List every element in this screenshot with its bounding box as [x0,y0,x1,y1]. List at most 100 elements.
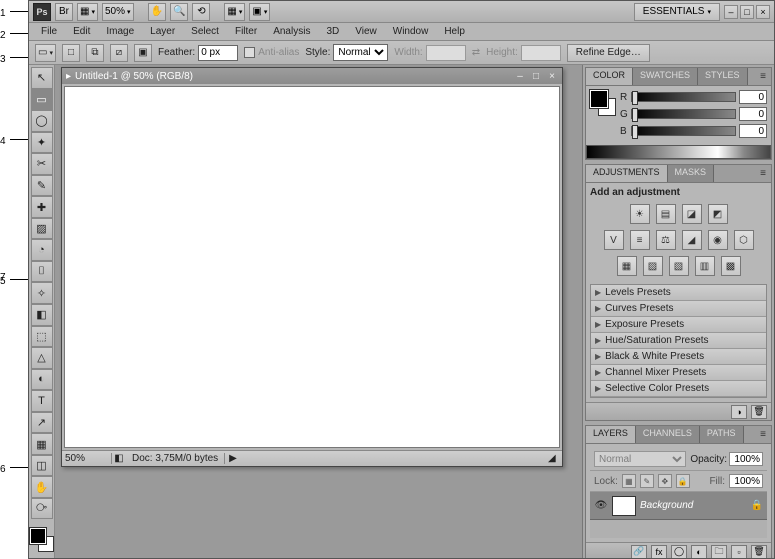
menu-analysis[interactable]: Analysis [265,24,318,39]
adj-threshold-icon[interactable]: ▧ [669,256,689,276]
delete-layer-icon[interactable]: 🗑 [751,545,767,559]
preset-hue[interactable]: ▶Hue/Saturation Presets [591,333,766,349]
menu-file[interactable]: File [33,24,65,39]
close-button[interactable]: × [756,5,770,19]
adj-brightness-icon[interactable]: ☀ [630,204,650,224]
tab-adjustments[interactable]: ADJUSTMENTS [586,165,668,182]
tool-history-brush[interactable]: ⌷ [31,261,53,283]
tool-path-selection[interactable]: ↗ [31,412,53,434]
b-input[interactable] [739,124,767,138]
layer-name[interactable]: Background [640,500,747,511]
adjustments-panel-menu-icon[interactable]: ≡ [755,165,771,182]
layers-panel-menu-icon[interactable]: ≡ [755,426,771,443]
maximize-button[interactable]: □ [740,5,754,19]
layer-thumbnail[interactable] [612,496,636,516]
color-panel-menu-icon[interactable]: ≡ [755,68,771,85]
menu-image[interactable]: Image [98,24,142,39]
new-layer-icon[interactable]: ▫ [731,545,747,559]
fill-input[interactable] [729,474,763,488]
tool-crop[interactable]: ✂ [31,153,53,175]
rotate-view-button[interactable]: ⟲ [192,3,210,21]
status-menu-arrow[interactable]: ▶ [225,453,241,464]
foreground-background-swatch[interactable] [30,528,54,551]
layer-row-background[interactable]: 👁 Background 🔒 [590,492,767,520]
zoom-tool-button[interactable]: 🔍 [170,3,188,21]
tool-healing[interactable]: ✚ [31,196,53,218]
adj-channel-mixer-icon[interactable]: ⬡ [734,230,754,250]
adj-hue-icon[interactable]: ≡ [630,230,650,250]
g-slider[interactable] [631,109,736,119]
preset-channel-mixer[interactable]: ▶Channel Mixer Presets [591,365,766,381]
selection-add-icon[interactable]: ⧉ [86,44,104,62]
tool-dodge[interactable]: △ [31,347,53,369]
b-slider[interactable] [631,126,736,136]
style-select[interactable]: Normal [333,44,388,61]
menu-3d[interactable]: 3D [318,24,347,39]
preset-exposure[interactable]: ▶Exposure Presets [591,317,766,333]
resize-grip-icon[interactable]: ◢ [548,453,562,464]
tool-type[interactable]: T [31,390,53,412]
adj-invert-icon[interactable]: ▦ [617,256,637,276]
preset-bw[interactable]: ▶Black & White Presets [591,349,766,365]
preset-levels[interactable]: ▶Levels Presets [591,285,766,301]
menu-filter[interactable]: Filter [227,24,265,39]
menu-view[interactable]: View [347,24,385,39]
lock-position-icon[interactable]: ✥ [658,474,672,488]
selection-new-icon[interactable]: □ [62,44,80,62]
tool-gradient[interactable]: ◧ [31,304,53,326]
tab-styles[interactable]: STYLES [698,68,748,85]
tool-brush[interactable]: ▨ [31,218,53,240]
tool-hand[interactable]: ✋ [31,476,53,498]
tool-shape[interactable]: ▦ [31,433,53,455]
menu-select[interactable]: Select [183,24,227,39]
doc-restore-button[interactable]: □ [530,70,542,82]
tool-lasso[interactable]: ◯ [31,110,53,132]
adj-bw-icon[interactable]: ◢ [682,230,702,250]
color-ramp[interactable] [586,145,771,159]
tab-color[interactable]: COLOR [586,68,633,85]
preset-curves[interactable]: ▶Curves Presets [591,301,766,317]
tab-swatches[interactable]: SWATCHES [633,68,698,85]
document-titlebar[interactable]: ▸ Untitled-1 @ 50% (RGB/8) – □ × [62,68,562,84]
zoom-level-dropdown[interactable]: 50% [102,3,134,21]
adj-selective-color-icon[interactable]: ▩ [721,256,741,276]
doc-close-button[interactable]: × [546,70,558,82]
tool-preset-picker[interactable]: ▭ [35,44,56,62]
visibility-toggle-icon[interactable]: 👁 [594,499,608,513]
selection-subtract-icon[interactable]: ⧄ [110,44,128,62]
app-logo-icon[interactable]: Ps [33,3,51,21]
tool-move[interactable]: ↖ [31,67,53,89]
tool-3d[interactable]: ◫ [31,455,53,477]
new-fill-layer-icon[interactable]: ◐ [691,545,707,559]
arrange-documents-button[interactable]: ▦ [224,3,245,21]
new-group-icon[interactable]: 🗀 [711,545,727,559]
adj-trash-icon[interactable]: 🗑 [751,405,767,419]
canvas[interactable] [64,86,560,448]
adj-photo-filter-icon[interactable]: ◉ [708,230,728,250]
layer-mask-icon[interactable]: ◯ [671,545,687,559]
menu-layer[interactable]: Layer [142,24,183,39]
tool-magic-wand[interactable]: ✦ [31,132,53,154]
adj-exposure-icon[interactable]: ◩ [708,204,728,224]
lock-all-icon[interactable]: 🔒 [676,474,690,488]
tool-marquee[interactable]: ▭ [31,89,53,111]
menu-window[interactable]: Window [385,24,437,39]
tool-eyedropper[interactable]: ✎ [31,175,53,197]
workspace-switcher[interactable]: ESSENTIALS▾ [634,3,720,21]
lock-transparency-icon[interactable]: ▦ [622,474,636,488]
minimize-button[interactable]: – [724,5,738,19]
r-slider[interactable] [631,92,736,102]
link-layers-icon[interactable]: 🔗 [631,545,647,559]
hand-tool-button[interactable]: ✋ [148,3,166,21]
status-zoom[interactable]: 50% [62,453,112,464]
lock-pixels-icon[interactable]: ✎ [640,474,654,488]
adj-clip-icon[interactable]: ◑ [731,405,747,419]
tool-blur[interactable]: ⬚ [31,326,53,348]
tab-layers[interactable]: LAYERS [586,426,636,443]
menu-help[interactable]: Help [436,24,473,39]
g-input[interactable] [739,107,767,121]
selection-intersect-icon[interactable]: ▣ [134,44,152,62]
color-panel-swatch[interactable] [590,90,616,116]
screen-mode-button[interactable]: ▣ [249,3,270,21]
adj-color-balance-icon[interactable]: ⚖ [656,230,676,250]
